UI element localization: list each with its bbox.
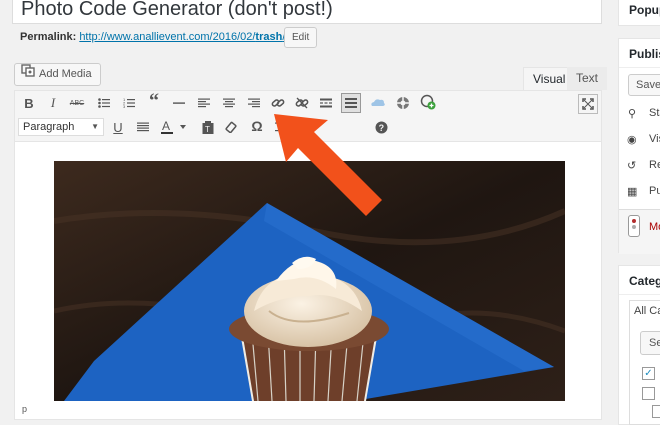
categories-metabox: Categ All Ca Sel ✓ [618,265,660,425]
blockquote-icon[interactable]: “ [145,90,163,112]
post-title-text: Photo Code Generator (don't post!) [21,0,333,20]
strikethrough-icon[interactable]: ABC [68,94,86,112]
fullscreen-icon[interactable] [578,94,598,114]
popup-title: Popup [629,3,660,17]
permalink-row: Permalink: http://www.anallievent.com/20… [20,30,285,44]
visibility-label: Vis [649,133,660,145]
bulleted-list-icon[interactable] [95,94,113,112]
status-label: Sta [649,107,660,119]
align-center-icon[interactable] [220,94,238,112]
select-button[interactable]: Sel [640,331,660,355]
life-ring-icon[interactable] [394,94,412,112]
revisions-label: Re [649,159,660,171]
revisions-icon: ↺ [627,160,637,172]
status-path: p [22,404,28,414]
media-icon [21,64,35,85]
edit-permalink-button[interactable]: Edit [284,27,318,48]
all-categories-tab[interactable]: All Ca [634,305,660,317]
format-select[interactable]: Paragraph ▼ [18,118,104,136]
permalink-link[interactable]: http://www.anallievent.com/2016/02/trash… [79,31,285,43]
align-left-icon[interactable] [195,94,213,112]
align-right-icon[interactable] [245,94,263,112]
pin-icon: ⚲ [628,108,637,120]
move-to-trash-link[interactable]: Mo [649,221,660,233]
publish-metabox: Publis Save ⚲ Sta ◉ Vis ↺ Re ▦ Pu Mo [618,38,660,254]
publish-date-label: Pu [649,185,660,197]
clear-formatting-icon[interactable] [223,118,241,136]
justify-icon[interactable] [134,118,152,136]
popup-metabox: Popup [618,0,660,26]
permalink-label: Permalink: [20,31,77,43]
underline-icon[interactable]: U [109,118,127,136]
text-color-icon[interactable]: A [158,118,190,136]
svg-text:A: A [162,120,170,133]
eye-icon: ◉ [627,134,637,146]
special-character-icon[interactable]: Ω [248,117,266,135]
bold-icon[interactable]: B [20,94,38,112]
add-media-plus-icon[interactable] [419,93,437,111]
italic-icon[interactable]: I [44,94,62,112]
category-checkbox[interactable] [642,387,655,400]
save-draft-button[interactable]: Save [628,74,660,96]
traffic-light-icon [628,215,640,237]
post-title-input[interactable]: Photo Code Generator (don't post!) [12,0,602,24]
numbered-list-icon[interactable]: 123 [120,94,138,112]
publish-title: Publis [629,47,660,61]
chevron-down-icon: ▼ [91,122,99,131]
svg-text:3: 3 [123,104,126,108]
categories-panel: All Ca Sel ✓ [629,300,660,425]
horizontal-line-icon[interactable] [170,94,188,112]
svg-text:T: T [205,125,210,134]
calendar-icon: ▦ [627,186,638,198]
add-media-button[interactable]: Add Media [14,63,101,86]
add-media-label: Add Media [39,68,92,80]
category-checkbox[interactable]: ✓ [642,367,655,380]
arrow-icon [274,114,382,216]
tab-text[interactable]: Text [567,67,608,90]
paste-text-icon[interactable]: T [199,118,217,136]
categories-title: Categ [629,274,660,288]
